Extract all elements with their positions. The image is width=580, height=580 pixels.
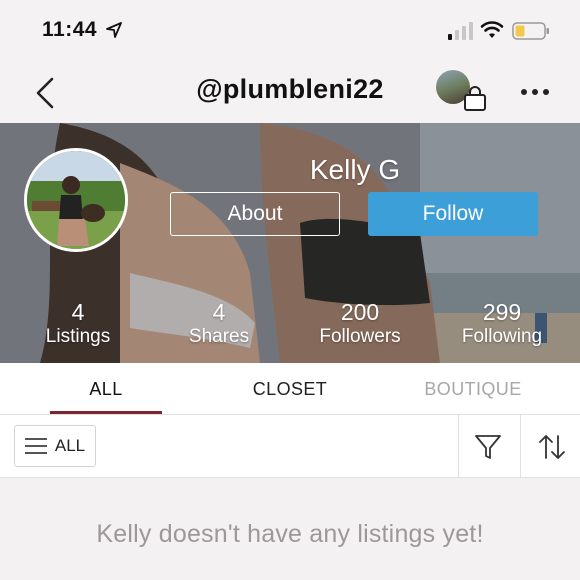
- status-time: 11:44: [42, 18, 98, 41]
- about-button[interactable]: About: [170, 192, 340, 236]
- stat-label: Listings: [45, 326, 111, 347]
- stat-following[interactable]: 299 Following: [442, 299, 562, 349]
- empty-state-message: Kelly doesn't have any listings yet!: [96, 520, 484, 548]
- tab-closet[interactable]: CLOSET: [220, 363, 360, 415]
- stat-shares[interactable]: 4 Shares: [159, 299, 279, 349]
- follow-button[interactable]: Follow: [368, 192, 538, 236]
- battery-icon: [512, 22, 549, 40]
- stat-value: 4: [212, 299, 226, 325]
- signal-icon: [448, 22, 473, 40]
- nav-bar: @plumbleni22: [0, 60, 580, 123]
- status-bar: 11:44: [0, 0, 580, 60]
- profile-username: @plumbleni22: [196, 74, 384, 104]
- cover-photo: Kelly G About Follow 4 Listings 4 Shares…: [0, 123, 580, 363]
- stat-value: 200: [340, 299, 380, 325]
- stat-listings[interactable]: 4 Listings: [18, 299, 138, 349]
- location-arrow-icon: [106, 22, 122, 38]
- closet-tabs: ALL CLOSET BOUTIQUE: [0, 363, 580, 415]
- filter-funnel-icon[interactable]: [474, 433, 502, 461]
- listings-area: Kelly doesn't have any listings yet!: [0, 478, 580, 580]
- all-filter-button[interactable]: ALL: [14, 425, 96, 467]
- stat-followers[interactable]: 200 Followers: [300, 299, 420, 349]
- shopping-bag-icon[interactable]: [462, 86, 488, 112]
- filter-bar: ALL: [0, 415, 580, 478]
- stat-label: Shares: [188, 326, 250, 347]
- more-icon[interactable]: [520, 80, 550, 104]
- active-tab-indicator: [50, 411, 162, 414]
- sort-arrows-icon[interactable]: [538, 433, 566, 461]
- stat-label: Followers: [319, 326, 401, 347]
- profile-avatar[interactable]: [24, 148, 128, 252]
- display-name: Kelly G: [309, 154, 401, 185]
- stat-value: 4: [71, 299, 85, 325]
- tab-boutique[interactable]: BOUTIQUE: [408, 363, 538, 415]
- hamburger-icon: [24, 438, 47, 454]
- tab-all[interactable]: ALL: [50, 363, 162, 415]
- stat-label: Following: [461, 326, 543, 347]
- divider: [520, 415, 521, 478]
- divider: [458, 415, 459, 478]
- wifi-icon: [480, 21, 504, 38]
- all-filter-label: ALL: [54, 436, 86, 455]
- stat-value: 299: [482, 299, 522, 325]
